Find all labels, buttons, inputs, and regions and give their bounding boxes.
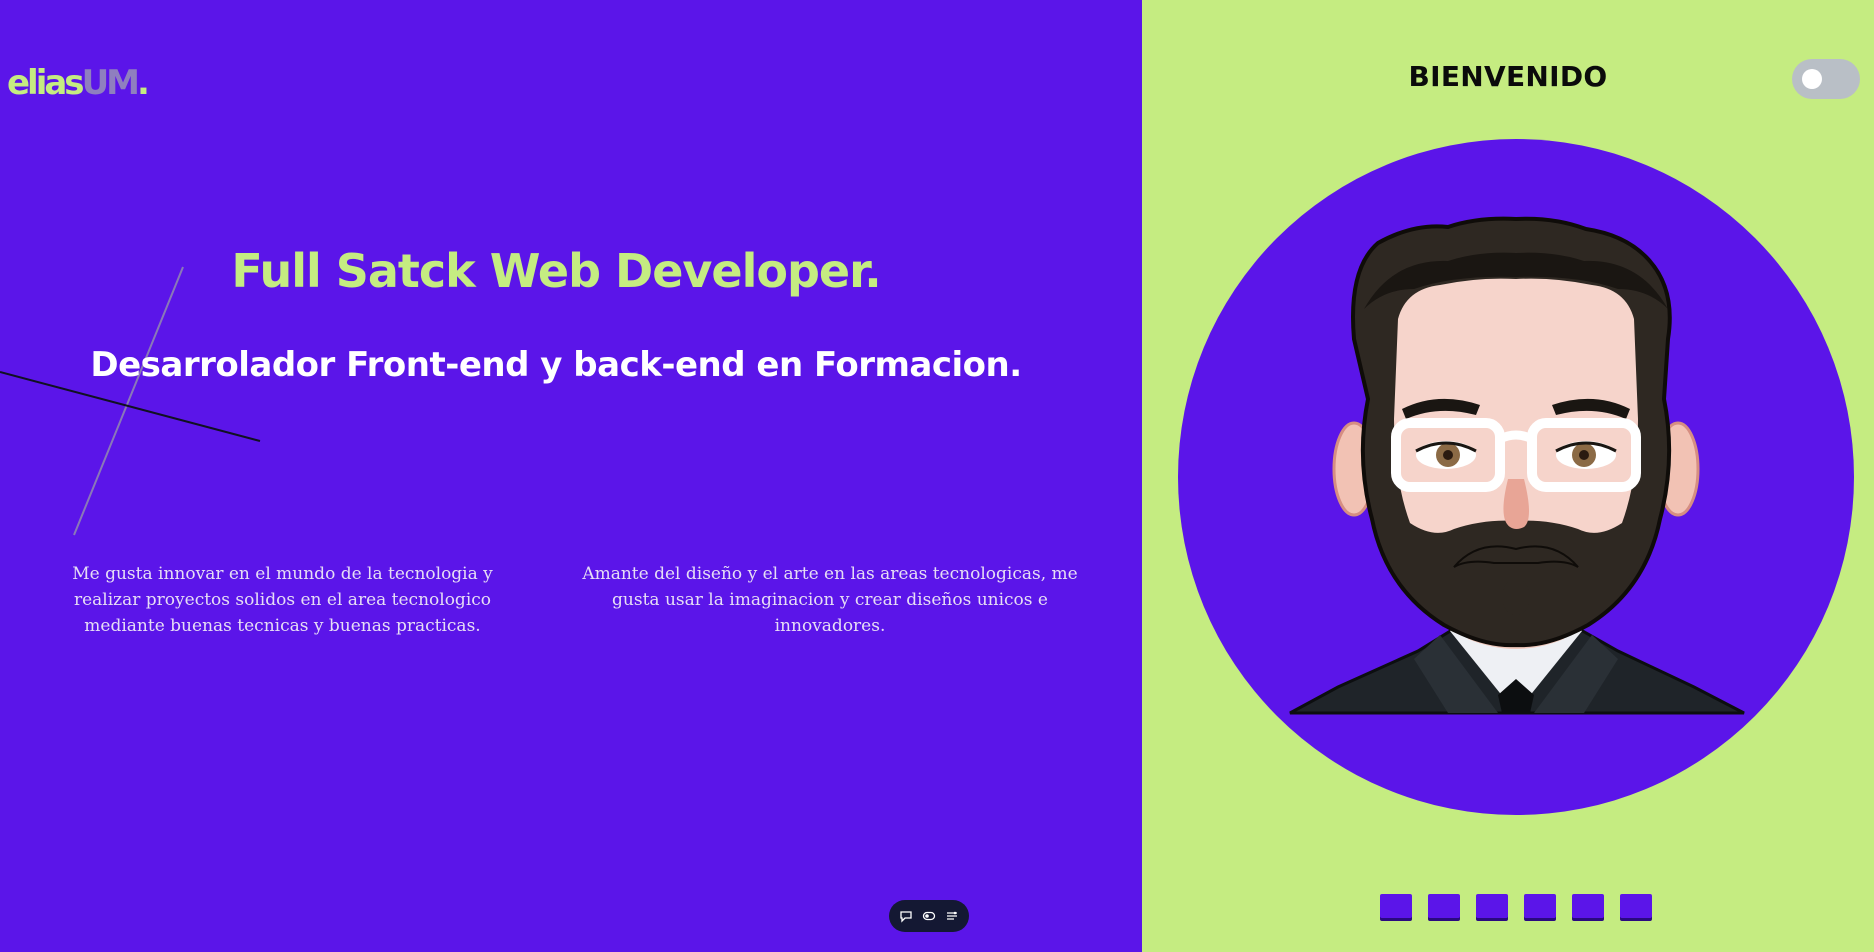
welcome-heading: BIENVENIDO [1408,60,1608,93]
pager-button-6[interactable] [1620,894,1652,918]
toggle-knob [1802,69,1822,89]
hero-panel: eliasUM. Full Satck Web Developer. Desar… [0,0,1142,952]
settings-list-icon[interactable] [945,909,959,923]
chat-icon[interactable] [899,909,913,923]
avatar [1178,139,1854,815]
floating-toolbar [889,900,969,932]
hero-title: Full Satck Web Developer. [231,244,881,298]
pager-button-2[interactable] [1428,894,1460,918]
theme-toggle[interactable] [1792,59,1860,99]
slide-pager [1380,894,1652,918]
toggle-icon[interactable] [922,909,936,923]
intro-paragraph: Me gusta innovar en el mundo de la tecno… [72,564,493,636]
pager-button-1[interactable] [1380,894,1412,918]
avatar-illustration [1289,216,1745,715]
design-paragraph: Amante del diseño y el arte en las areas… [582,564,1078,636]
pager-button-4[interactable] [1524,894,1556,918]
hero-subtitle: Desarrolador Front-end y back-end en For… [90,345,1022,385]
pager-button-3[interactable] [1476,894,1508,918]
pager-button-5[interactable] [1572,894,1604,918]
